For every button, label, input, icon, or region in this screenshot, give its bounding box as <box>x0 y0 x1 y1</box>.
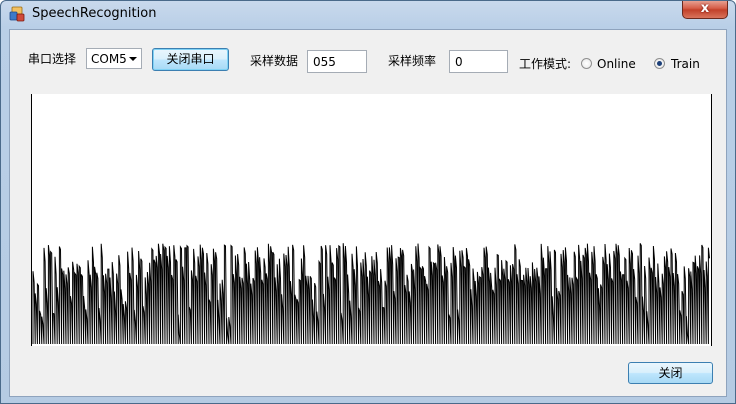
sample-data-value: 055 <box>313 55 336 69</box>
window-close-button[interactable]: x <box>682 1 728 19</box>
client-area: 串口选择 COM5 关闭串口 采样数据 055 采样频率 0 工作模式: Onl… <box>9 29 727 397</box>
app-icon <box>9 6 25 22</box>
sample-freq-label: 采样频率 <box>388 54 437 68</box>
speech-recognition-window: SpeechRecognition x 串口选择 COM5 关闭串口 采样数据 … <box>0 0 736 404</box>
sample-freq-field[interactable]: 0 <box>449 50 508 73</box>
sample-data-label: 采样数据 <box>250 54 299 68</box>
sample-data-field[interactable]: 055 <box>307 50 367 73</box>
title-bar[interactable]: SpeechRecognition x <box>1 1 735 28</box>
port-selected-value: COM5 <box>91 52 127 66</box>
waveform-plot <box>31 94 712 346</box>
radio-selected-dot <box>657 61 662 66</box>
port-select-dropdown[interactable]: COM5 <box>86 48 142 69</box>
mode-online-radio[interactable] <box>581 58 592 69</box>
mode-online-label[interactable]: Online <box>597 57 636 71</box>
close-icon: x <box>700 1 710 16</box>
close-port-button[interactable]: 关闭串口 <box>152 48 229 71</box>
close-button[interactable]: 关闭 <box>628 362 713 384</box>
mode-train-radio[interactable] <box>654 58 665 69</box>
mode-train-label[interactable]: Train <box>671 57 700 71</box>
chevron-down-icon <box>129 57 137 61</box>
sample-freq-value: 0 <box>455 55 463 69</box>
work-mode-label: 工作模式: <box>519 57 572 71</box>
port-select-label: 串口选择 <box>28 52 77 66</box>
window-title: SpeechRecognition <box>32 6 157 21</box>
waveform-signal-line <box>32 243 710 345</box>
waveform-canvas <box>31 94 712 346</box>
